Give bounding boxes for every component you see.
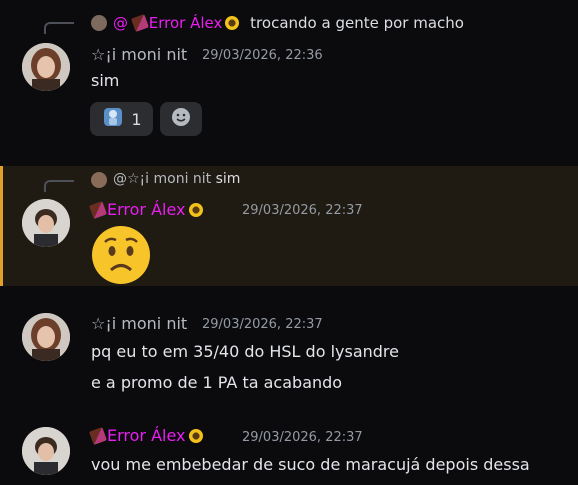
timestamp: 29/03/2026, 22:37 [202,317,323,332]
sunflower-icon [188,429,203,443]
reply-text: trocando a gente por macho [250,14,464,32]
avatar[interactable] [22,313,70,361]
reply-text: sim [215,171,241,187]
add-reaction-button[interactable] [160,102,202,136]
worried-face-icon [90,224,152,290]
add-reaction-icon [170,106,192,132]
reply-avatar [91,172,107,188]
reply-connector [44,22,74,34]
chocolate-icon [130,14,149,32]
timestamp: 29/03/2026, 22:37 [242,203,363,218]
avatar[interactable] [22,199,70,247]
chocolate-icon [89,427,107,445]
sunflower-icon [188,203,203,217]
figure-emoji-icon [101,105,125,133]
reaction-button[interactable]: 1 [90,102,153,136]
avatar[interactable] [22,43,70,91]
author-name[interactable]: Error Álex [89,200,203,219]
author-name[interactable]: Error Álex [89,426,203,445]
sunflower-icon [225,16,240,30]
highlighted-message [0,166,578,286]
reply-preview[interactable]: @☆¡i moni nit sim [113,171,240,187]
timestamp: 29/03/2026, 22:36 [202,48,323,63]
timestamp: 29/03/2026, 22:37 [242,430,363,445]
message-text: sim [91,71,120,90]
author-name-text: Error Álex [107,426,186,445]
reply-mention: @ [113,14,128,32]
reply-mention: @☆¡i moni nit [113,171,212,187]
author-name-text: Error Álex [107,200,186,219]
reply-author: Error Álex [148,14,223,32]
message-text: vou me embebedar de suco de maracujá dep… [91,455,530,474]
chocolate-icon [89,201,107,219]
avatar[interactable] [22,427,70,475]
reply-avatar [91,15,107,31]
reply-preview[interactable]: @ Error Álex trocando a gente por macho [113,14,464,32]
reaction-count: 1 [131,109,142,129]
message-text: pq eu to em 35/40 do HSL do lysandre [91,342,399,361]
author-name[interactable]: ☆¡i moni nit [91,45,187,64]
message-text: e a promo de 1 PA ta acabando [91,373,343,392]
reply-connector [44,180,74,192]
author-name[interactable]: ☆¡i moni nit [91,314,187,333]
